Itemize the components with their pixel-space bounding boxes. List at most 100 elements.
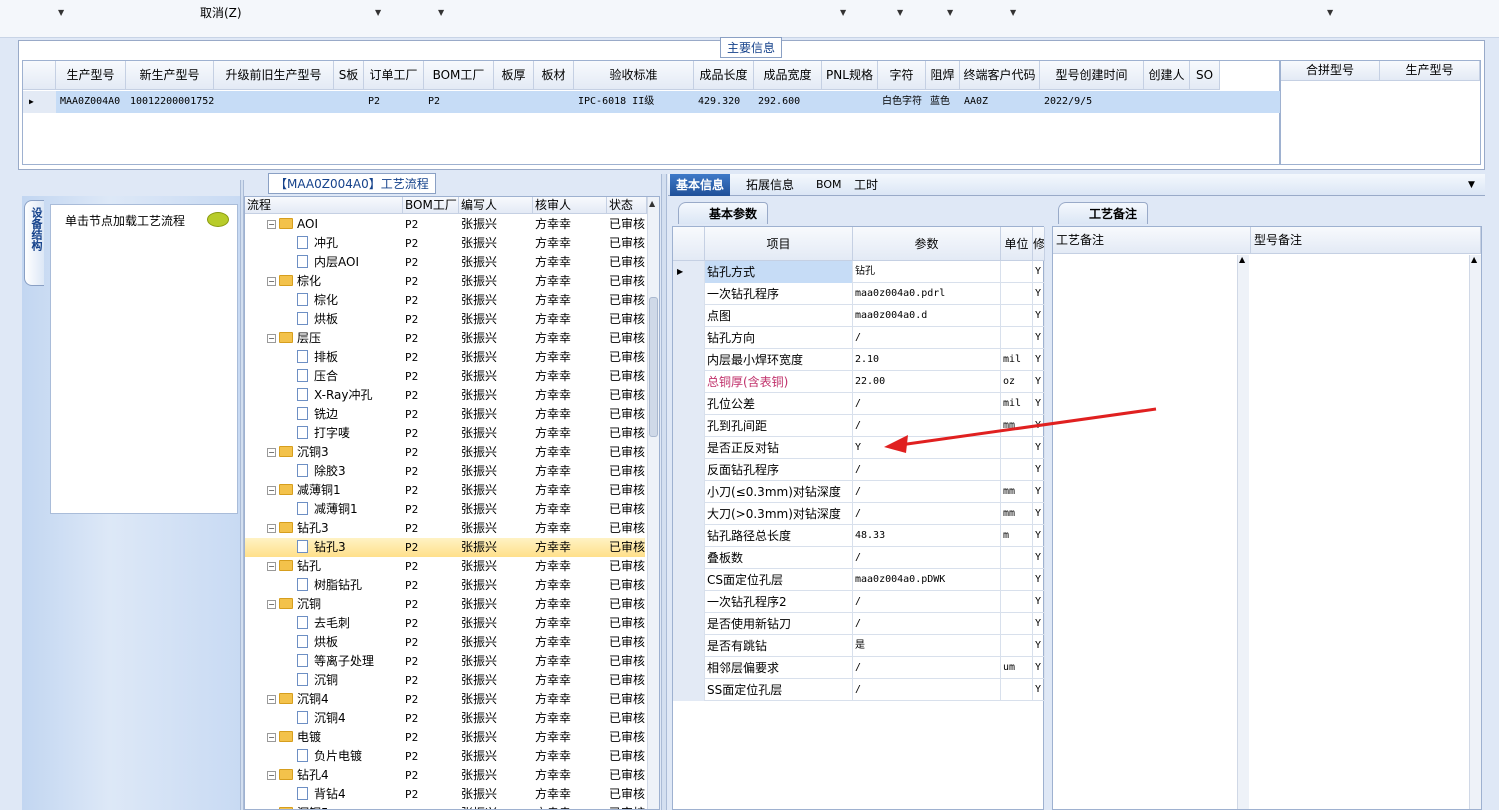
main-col-header[interactable]: 新生产型号 [126, 61, 214, 90]
tree-col-header[interactable]: 流程 [245, 197, 403, 214]
param-cell-value[interactable]: maa0z004a0.pDWK [853, 569, 1001, 591]
tree-row[interactable]: − 层压 P2 张振兴 方幸幸 已审核 [245, 329, 645, 348]
notes-scrollbar[interactable]: ▲ [1237, 255, 1249, 809]
main-cell[interactable] [1144, 91, 1190, 113]
param-cell-value[interactable]: 钻孔 [853, 261, 1001, 283]
main-cell[interactable]: 10012200001752 [126, 91, 214, 113]
main-col-header[interactable]: 生产型号 [56, 61, 126, 90]
main-col-header[interactable]: PNL规格 [822, 61, 878, 90]
main-col-header[interactable]: S板 [334, 61, 364, 90]
collapse-toggle-icon[interactable]: − [267, 562, 276, 571]
param-cell-value[interactable]: / [853, 503, 1001, 525]
param-row[interactable]: 叠板数 / Y [673, 547, 1045, 569]
main-col-header[interactable]: 成品宽度 [754, 61, 822, 90]
tree-row[interactable]: X-Ray冲孔 P2 张振兴 方幸幸 已审核 [245, 386, 645, 405]
tab-menu-arrow-icon[interactable]: ▼ [1468, 180, 1475, 190]
tree-col-header[interactable]: 编写人 [459, 197, 533, 214]
notes-col-header[interactable]: 型号备注 [1251, 227, 1481, 254]
main-cell[interactable]: AA0Z [960, 91, 1040, 113]
tree-scrollbar[interactable]: ▲ [647, 197, 659, 809]
param-cell-value[interactable]: / [853, 657, 1001, 679]
tree-row[interactable]: 烘板 P2 张振兴 方幸幸 已审核 [245, 633, 645, 652]
tree-row[interactable]: − 减薄铜1 P2 张振兴 方幸幸 已审核 [245, 481, 645, 500]
params-col-header[interactable]: 项目 [705, 227, 853, 261]
param-row[interactable]: SS面定位孔层 / Y [673, 679, 1045, 701]
tree-row[interactable]: 除胶3 P2 张振兴 方幸幸 已审核 [245, 462, 645, 481]
param-row[interactable]: ▶ 钻孔方式 钻孔 Y [673, 261, 1045, 283]
collapse-toggle-icon[interactable]: − [267, 733, 276, 742]
tree-row[interactable]: 减薄铜1 P2 张振兴 方幸幸 已审核 [245, 500, 645, 519]
main-col-header[interactable]: 板厚 [494, 61, 534, 90]
main-col-header[interactable]: 成品长度 [694, 61, 754, 90]
main-cell[interactable] [1190, 91, 1220, 113]
tree-col-header[interactable]: 状态 [607, 197, 647, 214]
main-cell[interactable]: 429.320 [694, 91, 754, 113]
tree-row[interactable]: 等离子处理 P2 张振兴 方幸幸 已审核 [245, 652, 645, 671]
param-cell-value[interactable]: 是 [853, 635, 1001, 657]
param-row[interactable]: CS面定位孔层 maa0z004a0.pDWK Y [673, 569, 1045, 591]
tree-row[interactable]: − 沉铜 P2 张振兴 方幸幸 已审核 [245, 595, 645, 614]
dropdown-arrow-icon[interactable]: ▼ [438, 8, 444, 17]
dropdown-arrow-icon[interactable]: ▼ [375, 8, 381, 17]
main-cell[interactable] [534, 91, 574, 113]
cancel-menu[interactable]: 取消(Z) [200, 4, 242, 21]
main-cell[interactable] [334, 91, 364, 113]
subtab-basic-params[interactable]: 基本参数 [678, 202, 769, 224]
tab-work-hours[interactable]: 工时 [848, 174, 884, 196]
tree-row[interactable]: 钻孔3 P2 张振兴 方幸幸 已审核 [245, 538, 645, 557]
param-cell-value[interactable]: 2.10 [853, 349, 1001, 371]
main-col-header[interactable]: 创建人 [1144, 61, 1190, 90]
main-cell[interactable] [494, 91, 534, 113]
param-row[interactable]: 一次钻孔程序2/ Y [673, 591, 1045, 613]
merge-col-header[interactable]: 生产型号 [1380, 61, 1480, 81]
tree-row[interactable]: 树脂钻孔 P2 张振兴 方幸幸 已审核 [245, 576, 645, 595]
tree-row[interactable]: 沉铜 P2 张振兴 方幸幸 已审核 [245, 671, 645, 690]
param-row[interactable]: 钻孔路径总长度 48.33 m Y [673, 525, 1045, 547]
main-cell[interactable] [214, 91, 334, 113]
tab-basic-info[interactable]: 基本信息 [670, 174, 731, 196]
vertical-tab-device-structure[interactable]: 设备结构 [24, 200, 44, 286]
param-cell-value[interactable]: 22.00 [853, 371, 1001, 393]
param-cell-value[interactable]: maa0z004a0.pdrl [853, 283, 1001, 305]
collapse-toggle-icon[interactable]: − [267, 771, 276, 780]
tree-row[interactable]: − 沉铜3 P2 张振兴 方幸幸 已审核 [245, 443, 645, 462]
left-splitter[interactable] [240, 180, 244, 810]
param-row[interactable]: 一次钻孔程序 maa0z004a0.pdrl Y [673, 283, 1045, 305]
main-col-header[interactable]: BOM工厂 [424, 61, 494, 90]
param-cell-value[interactable]: / [853, 679, 1001, 701]
tree-row[interactable]: − 沉铜4 P2 张振兴 方幸幸 已审核 [245, 690, 645, 709]
main-cell[interactable]: 白色字符 [878, 91, 926, 113]
main-cell[interactable]: 292.600 [754, 91, 822, 113]
dropdown-arrow-icon[interactable]: ▼ [840, 8, 846, 17]
params-col-header[interactable]: 参数 [853, 227, 1001, 261]
collapse-toggle-icon[interactable]: − [267, 695, 276, 704]
tab-extended-info[interactable]: 拓展信息 [740, 174, 800, 196]
dropdown-arrow-icon[interactable]: ▼ [1327, 8, 1333, 17]
main-cell[interactable] [822, 91, 878, 113]
param-row[interactable]: 内层最小焊环宽度 2.10 mil Y [673, 349, 1045, 371]
tree-row[interactable]: 冲孔 P2 张振兴 方幸幸 已审核 [245, 234, 645, 253]
main-col-header[interactable]: 升级前旧生产型号 [214, 61, 334, 90]
dropdown-arrow-icon[interactable]: ▼ [897, 8, 903, 17]
params-col-header[interactable]: 修 [1033, 227, 1045, 261]
main-col-header[interactable]: 终端客户代码 [960, 61, 1040, 90]
main-cell[interactable]: MAA0Z004A0 [56, 91, 126, 113]
tree-row[interactable]: 背钻4 P2 张振兴 方幸幸 已审核 [245, 785, 645, 804]
param-row[interactable]: 小刀(≤0.3mm)对钻深度 / mm Y [673, 481, 1045, 503]
main-col-header[interactable]: 订单工厂 [364, 61, 424, 90]
speech-bubble-icon[interactable] [207, 212, 229, 227]
tree-row[interactable]: 沉铜4 P2 张振兴 方幸幸 已审核 [245, 709, 645, 728]
main-cell[interactable]: 蓝色 [926, 91, 960, 113]
subtab-process-notes[interactable]: 工艺备注 [1058, 202, 1149, 224]
main-col-header[interactable]: 型号创建时间 [1040, 61, 1144, 90]
collapse-toggle-icon[interactable]: − [267, 600, 276, 609]
param-cell-value[interactable]: / [853, 327, 1001, 349]
tree-row[interactable]: − AOI P2 张振兴 方幸幸 已审核 [245, 215, 645, 234]
tree-col-header[interactable]: BOM工厂 [403, 197, 459, 214]
param-row[interactable]: 钻孔方向 / Y [673, 327, 1045, 349]
param-cell-value[interactable]: / [853, 613, 1001, 635]
main-cell[interactable]: P2 [364, 91, 424, 113]
notes-scrollbar[interactable]: ▲ [1469, 255, 1481, 809]
param-row[interactable]: 相邻层偏要求 / um Y [673, 657, 1045, 679]
main-cell[interactable]: 2022/9/5 [1040, 91, 1144, 113]
